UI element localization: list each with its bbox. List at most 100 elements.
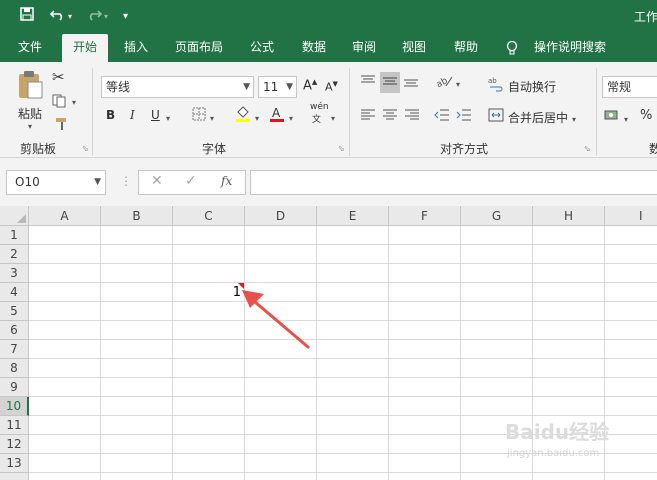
row-header[interactable]: 13	[0, 454, 29, 473]
select-all-button[interactable]	[0, 206, 29, 226]
italic-button[interactable]: I	[130, 108, 135, 122]
font-launcher-icon[interactable]: ⬂	[338, 145, 346, 153]
tab-page-layout[interactable]: 页面布局	[166, 34, 232, 62]
column-header-d[interactable]: D	[245, 206, 317, 226]
tab-home[interactable]: 开始	[62, 34, 108, 64]
name-box[interactable]: O10 ▼	[6, 170, 106, 195]
column-header-i[interactable]: I	[605, 206, 657, 226]
customize-qat-icon[interactable]: ▾	[123, 7, 128, 27]
tab-file[interactable]: 文件	[8, 34, 52, 62]
orientation-dropdown-icon[interactable]: ▾	[456, 76, 460, 90]
phonetic-guide-button[interactable]: wén	[310, 102, 329, 112]
align-middle-icon[interactable]	[380, 72, 400, 93]
redo-icon[interactable]	[86, 7, 103, 27]
merge-center-icon[interactable]	[488, 107, 504, 126]
copy-dropdown-icon[interactable]: ▾	[72, 94, 76, 108]
accounting-format-icon[interactable]	[604, 108, 620, 125]
align-right-icon[interactable]	[404, 108, 420, 125]
chevron-down-icon[interactable]: ▼	[94, 171, 101, 194]
align-top-icon[interactable]	[360, 74, 376, 91]
redo-dropdown-icon[interactable]: ▾	[104, 7, 108, 27]
increase-font-size-icon[interactable]: A▲	[303, 78, 317, 93]
tab-review[interactable]: 审阅	[342, 34, 386, 62]
tell-me-search[interactable]: 操作说明搜索	[530, 34, 610, 62]
chevron-down-icon[interactable]: ▼	[286, 77, 293, 97]
border-icon[interactable]	[192, 107, 206, 124]
align-left-icon[interactable]	[360, 108, 376, 125]
fill-color-dropdown-icon[interactable]: ▾	[255, 110, 259, 124]
row-header[interactable]: 11	[0, 416, 29, 435]
undo-icon[interactable]	[49, 7, 66, 27]
gridline	[29, 320, 657, 321]
tab-view[interactable]: 视图	[392, 34, 436, 62]
chevron-down-icon[interactable]: ▼	[243, 77, 250, 97]
column-header-g[interactable]: G	[461, 206, 533, 226]
row-header[interactable]: 6	[0, 321, 29, 340]
paste-dropdown-icon[interactable]: ▾	[14, 122, 46, 131]
gridline	[100, 226, 101, 480]
phonetic-dropdown-icon[interactable]: ▾	[331, 110, 335, 124]
ribbon-tab-bar: 文件 开始 插入 页面布局 公式 数据 审阅 视图 帮助 操作说明搜索	[0, 34, 657, 64]
decrease-font-size-icon[interactable]: A▼	[325, 80, 338, 94]
tab-insert[interactable]: 插入	[114, 34, 158, 62]
underline-dropdown-icon[interactable]: ▾	[166, 110, 170, 124]
row-header[interactable]: 1	[0, 226, 29, 245]
wrap-text-icon[interactable]: ab	[488, 76, 504, 95]
font-name-combo[interactable]: 等线 ▼	[101, 76, 254, 98]
merge-dropdown-icon[interactable]: ▾	[572, 111, 576, 125]
formula-input[interactable]	[250, 170, 657, 195]
decrease-indent-icon[interactable]	[434, 108, 450, 125]
enter-icon[interactable]: ✓	[185, 173, 197, 189]
bold-button[interactable]: B	[106, 108, 115, 122]
increase-indent-icon[interactable]	[456, 108, 472, 125]
percent-button[interactable]: %	[640, 108, 652, 123]
font-color-dropdown-icon[interactable]: ▾	[289, 110, 293, 124]
insert-function-icon[interactable]: fx	[221, 174, 232, 188]
column-header-h[interactable]: H	[533, 206, 605, 226]
accounting-dropdown-icon[interactable]: ▾	[624, 111, 628, 125]
row-header[interactable]	[0, 473, 29, 480]
formula-buttons: ✕ ✓ fx	[138, 170, 246, 195]
row-header[interactable]: 2	[0, 245, 29, 264]
fill-color-icon[interactable]	[235, 105, 251, 126]
row-header[interactable]: 3	[0, 264, 29, 283]
column-header-b[interactable]: B	[101, 206, 173, 226]
column-header-e[interactable]: E	[317, 206, 389, 226]
number-format-combo[interactable]: 常规	[602, 76, 657, 98]
font-color-icon[interactable]: A	[269, 105, 285, 126]
row-header[interactable]: 4	[0, 283, 29, 302]
row-header[interactable]: 9	[0, 378, 29, 397]
gridline	[29, 377, 657, 378]
wrap-text-button[interactable]: 自动换行	[508, 78, 556, 95]
save-icon[interactable]	[20, 7, 34, 27]
copy-icon[interactable]	[52, 94, 70, 111]
clipboard-launcher-icon[interactable]: ⬂	[82, 145, 90, 153]
row-header[interactable]: 8	[0, 359, 29, 378]
alignment-launcher-icon[interactable]: ⬂	[584, 145, 592, 153]
font-size-combo[interactable]: 11 ▼	[258, 76, 297, 98]
group-divider	[92, 68, 93, 156]
cut-icon[interactable]: ✂	[52, 68, 65, 86]
column-header-a[interactable]: A	[29, 206, 101, 226]
paste-button[interactable]: 粘贴 ▾	[14, 70, 46, 134]
tab-help[interactable]: 帮助	[444, 34, 488, 62]
orientation-icon[interactable]: ab	[435, 74, 454, 91]
format-painter-icon[interactable]	[54, 116, 70, 135]
row-header-active[interactable]: 10	[0, 397, 29, 416]
column-header-f[interactable]: F	[389, 206, 461, 226]
merge-center-button[interactable]: 合并后居中	[508, 109, 568, 126]
tab-data[interactable]: 数据	[292, 34, 336, 62]
row-header[interactable]: 5	[0, 302, 29, 321]
cancel-icon[interactable]: ✕	[151, 173, 163, 189]
gridline	[172, 226, 173, 480]
undo-dropdown-icon[interactable]: ▾	[68, 7, 72, 27]
row-header[interactable]: 7	[0, 340, 29, 359]
row-header[interactable]: 12	[0, 435, 29, 454]
tab-formulas[interactable]: 公式	[240, 34, 284, 62]
annotation-arrow-icon	[242, 290, 310, 349]
align-center-icon[interactable]	[382, 108, 398, 125]
column-header-c[interactable]: C	[173, 206, 245, 226]
underline-button[interactable]: U	[151, 108, 160, 122]
border-dropdown-icon[interactable]: ▾	[210, 110, 214, 124]
align-bottom-icon[interactable]	[403, 74, 419, 91]
